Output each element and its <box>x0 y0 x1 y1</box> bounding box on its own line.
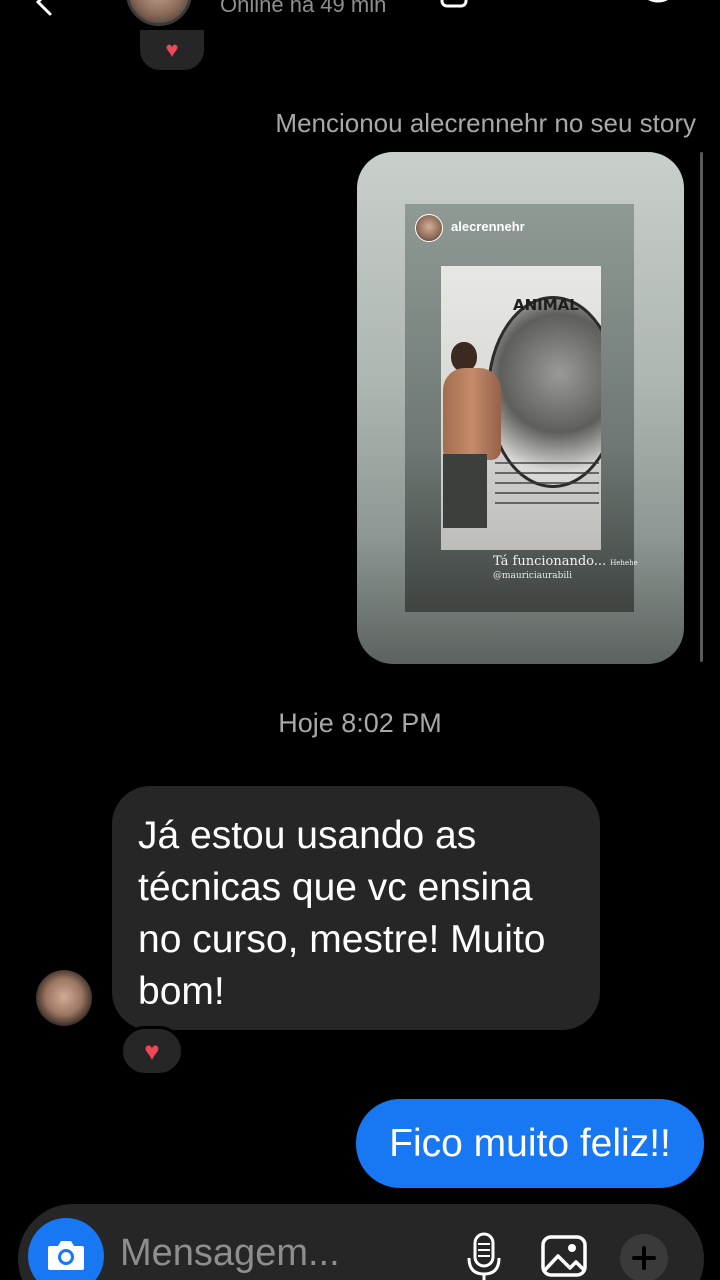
story-photo: ANIMAL <box>441 266 601 550</box>
chat-header: Online há 49 min <box>0 0 720 28</box>
sender-avatar[interactable] <box>36 970 92 1026</box>
phone-icon[interactable] <box>530 0 554 10</box>
message-input[interactable]: Mensagem... <box>120 1232 340 1275</box>
heart-icon: ♥ <box>144 1035 160 1066</box>
heart-reaction-previous[interactable]: ♥ <box>140 30 204 70</box>
chat-screen: Online há 49 min ♥ Mencionou alecrennehr… <box>0 0 720 1280</box>
heart-icon: ♥ <box>165 37 179 62</box>
story-caption: Tá funcionando... Hehehe <box>493 554 638 569</box>
story-preview: alecrennehr ANIMAL Tá funcionando... Hehe… <box>405 204 638 612</box>
message-timestamp: Hoje 8:02 PM <box>278 708 442 738</box>
plus-icon <box>632 1246 656 1270</box>
mural-caption-lines <box>495 462 599 506</box>
story-mention-label: Mencionou alecrennehr no seu story <box>275 108 696 138</box>
heart-reaction[interactable]: ♥ <box>120 1026 184 1076</box>
story-tag: @mauriciaurabili <box>493 571 573 581</box>
scrollbar[interactable] <box>700 152 703 662</box>
camera-icon <box>48 1241 84 1270</box>
video-icon[interactable] <box>440 0 476 10</box>
story-user-avatar <box>415 214 443 242</box>
person-figure <box>443 342 513 550</box>
story-caption-text: Tá funcionando... <box>493 554 607 569</box>
story-mention-card[interactable]: alecrennehr ANIMAL Tá funcionando... Hehe… <box>357 152 684 664</box>
more-options-button[interactable] <box>620 1234 668 1280</box>
gallery-icon[interactable] <box>540 1234 588 1278</box>
incoming-message-bubble[interactable]: Já estou usando as técnicas que vc ensin… <box>112 786 600 1030</box>
contact-avatar[interactable] <box>126 0 192 26</box>
story-caption-small: Hehehe <box>610 559 638 567</box>
message-composer: Mensagem... <box>18 1204 704 1280</box>
story-username: alecrennehr <box>451 219 525 234</box>
person-body <box>443 368 501 460</box>
camera-button[interactable] <box>28 1218 104 1280</box>
outgoing-message-bubble[interactable]: Fico muito feliz!! <box>356 1099 704 1188</box>
contact-status: Online há 49 min <box>220 0 387 17</box>
mural-text: ANIMAL <box>513 296 579 314</box>
microphone-icon[interactable] <box>466 1232 502 1280</box>
back-icon[interactable] <box>30 0 58 16</box>
person-shorts <box>443 454 487 528</box>
info-icon[interactable] <box>636 0 680 10</box>
